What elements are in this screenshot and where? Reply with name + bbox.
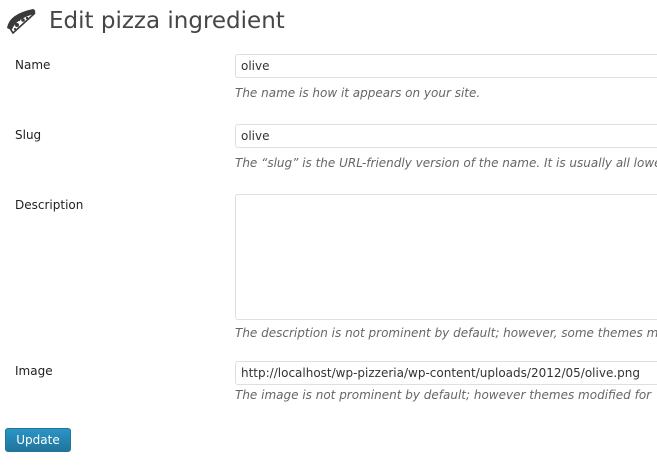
pizza-slice-icon — [3, 6, 39, 36]
image-url-input[interactable] — [235, 361, 657, 385]
name-description: The name is how it appears on your site. — [235, 86, 481, 100]
image-label: Image — [15, 364, 53, 378]
description-textarea[interactable] — [235, 194, 657, 320]
page-title: Edit pizza ingredient — [49, 8, 285, 34]
name-label: Name — [15, 58, 51, 72]
page-header: Edit pizza ingredient — [3, 4, 285, 38]
slug-input[interactable] — [235, 124, 657, 148]
slug-description: The “slug” is the URL-friendly version o… — [235, 156, 657, 170]
update-button[interactable]: Update — [5, 428, 71, 452]
slug-label: Slug — [15, 128, 42, 142]
description-label: Description — [15, 198, 84, 212]
name-input[interactable] — [235, 54, 657, 78]
description-help-text: The description is not prominent by defa… — [235, 326, 657, 340]
image-description: The image is not prominent by default; h… — [235, 388, 652, 402]
edit-term-page: Edit pizza ingredient Name The name is h… — [0, 0, 657, 469]
